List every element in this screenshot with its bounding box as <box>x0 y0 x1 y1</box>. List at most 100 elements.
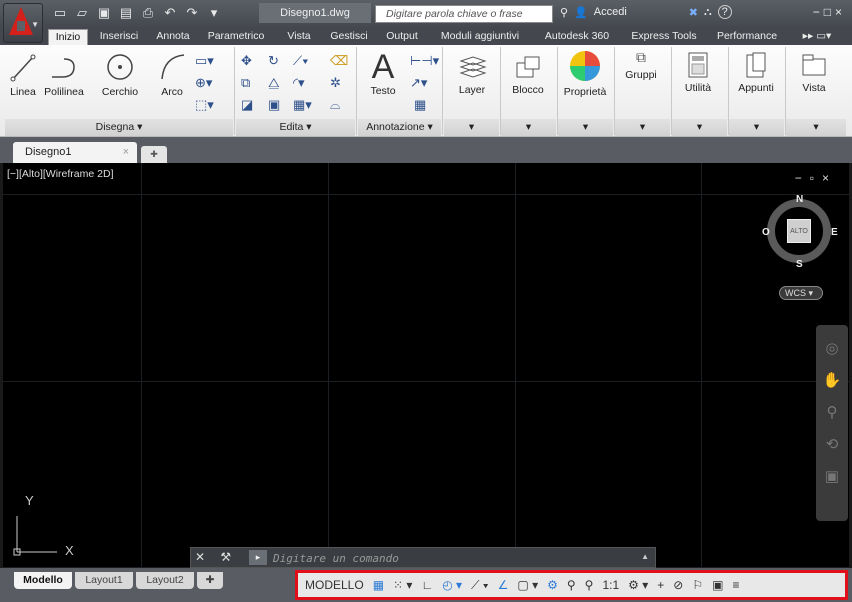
tab-performance[interactable]: Performance <box>710 29 784 45</box>
explode-icon[interactable]: ✲ <box>330 75 341 91</box>
help-icon[interactable]: ? <box>717 5 732 19</box>
command-line-buttons[interactable]: ✕ ⚒ <box>195 550 237 564</box>
new-file-icon[interactable]: ▭ <box>52 5 68 21</box>
groups-panel-expand[interactable]: ▾ <box>615 119 670 136</box>
binoculars-icon[interactable]: ⚲ <box>560 6 568 19</box>
object-snap-icon[interactable]: ▢ ▾ <box>517 578 538 592</box>
polar-tracking-icon[interactable]: ◴ ▾ <box>442 578 462 592</box>
tab-output[interactable]: Output <box>380 29 424 45</box>
drawing-canvas[interactable]: [−][Alto][Wireframe 2D] −▫× ALTO N S E O… <box>3 163 849 568</box>
open-folder-icon[interactable]: ▱ <box>74 5 90 21</box>
user-icon[interactable]: 👤 <box>574 6 588 19</box>
draw-panel-label[interactable]: Disegna ▾ <box>5 119 233 136</box>
isolate-objects-icon[interactable]: ⊘ <box>673 578 683 592</box>
text-tool[interactable]: A Testo <box>365 49 401 97</box>
layout-tab-model[interactable]: Modello <box>14 572 72 589</box>
properties-panel-expand[interactable]: ▾ <box>558 119 613 136</box>
exchange-apps-icon[interactable]: ✖ <box>689 6 698 19</box>
rectangle-icon[interactable]: ▭▾ <box>195 53 214 69</box>
properties-tool[interactable]: Proprietà <box>560 49 610 98</box>
compass-east[interactable]: E <box>831 227 838 238</box>
undo-icon[interactable]: ↶ <box>162 5 178 21</box>
command-input[interactable] <box>273 550 633 566</box>
compass-west[interactable]: O <box>762 227 770 238</box>
tab-moduli-aggiuntivi[interactable]: Moduli aggiuntivi <box>428 29 532 45</box>
trim-icon[interactable]: ⟋▾ <box>293 53 308 69</box>
save-icon[interactable]: ▣ <box>96 5 112 21</box>
command-history-icon[interactable]: ▲ <box>641 552 649 561</box>
modify-panel-label[interactable]: Edita ▾ <box>236 119 355 136</box>
scale-icon[interactable]: ▣ <box>268 97 280 113</box>
mirror-icon[interactable]: ⧋ <box>268 75 280 91</box>
stretch-icon[interactable]: ◪ <box>241 97 253 113</box>
clipboard-panel-expand[interactable]: ▾ <box>729 119 784 136</box>
file-tab-disegno1[interactable]: Disegno1 × <box>13 142 137 163</box>
object-snap-tracking-icon[interactable]: ∠ <box>498 578 509 592</box>
view-panel-expand[interactable]: ▾ <box>786 119 846 136</box>
rotate-icon[interactable]: ↻ <box>268 53 279 69</box>
linear-dimension-icon[interactable]: ⊢⊣▾ <box>410 53 439 69</box>
grid-icon[interactable]: ▦ <box>373 578 384 592</box>
print-icon[interactable]: ⎙ <box>140 5 156 21</box>
window-controls[interactable]: −□× <box>813 5 846 19</box>
utilities-tool[interactable]: Utilità <box>676 51 720 94</box>
orbit-icon[interactable]: ⟲ <box>816 435 848 453</box>
layout-tab-layout1[interactable]: Layout1 <box>75 572 133 589</box>
erase-icon[interactable]: ⌫ <box>330 53 348 69</box>
tab-express-tools[interactable]: Express Tools <box>624 29 704 45</box>
redo-icon[interactable]: ↷ <box>184 5 200 21</box>
customization-menu-icon[interactable]: ≡ <box>732 578 739 592</box>
new-layout-button[interactable]: ✚ <box>197 572 223 589</box>
tab-gestisci[interactable]: Gestisci <box>324 29 374 45</box>
close-tab-icon[interactable]: × <box>123 142 129 163</box>
steering-wheel-icon[interactable]: ◎ <box>816 339 848 357</box>
showmotion-icon[interactable]: ▣ <box>816 467 848 485</box>
pan-icon[interactable]: ✋ <box>816 371 848 389</box>
signin-link[interactable]: Accedi <box>594 6 627 18</box>
line-tool[interactable]: Linea <box>8 51 38 98</box>
zoom-icon[interactable]: ⚲ <box>816 403 848 421</box>
block-panel-expand[interactable]: ▾ <box>501 119 556 136</box>
auto-scale-icon[interactable]: ⚲ <box>567 578 576 592</box>
workspace-switch-icon[interactable]: ⚙ ▾ <box>628 578 648 592</box>
snap-icon[interactable]: ⁙ ▾ <box>393 578 412 592</box>
tab-inizio[interactable]: Inizio <box>48 29 88 45</box>
save-as-icon[interactable]: ▤ <box>118 5 134 21</box>
viewport-controls[interactable]: [−][Alto][Wireframe 2D] <box>7 168 114 180</box>
leader-icon[interactable]: ↗▾ <box>410 75 427 91</box>
annotation-scale[interactable]: 1:1 <box>602 578 619 592</box>
tab-parametrico[interactable]: Parametrico <box>202 29 270 45</box>
model-space-toggle[interactable]: MODELLO <box>305 578 364 592</box>
tab-autodesk-360[interactable]: Autodesk 360 <box>536 29 618 45</box>
compass-south[interactable]: S <box>796 259 803 270</box>
layer-panel-expand[interactable]: ▾ <box>444 119 499 136</box>
compass-north[interactable]: N <box>796 194 803 205</box>
tab-annota[interactable]: Annota <box>151 29 195 45</box>
viewport-window-controls[interactable]: −▫× <box>795 171 837 185</box>
application-menu-button[interactable]: ▼ <box>3 3 43 43</box>
annotation-visibility-icon[interactable]: ⚙ <box>547 578 558 592</box>
ribbon-options-icon[interactable]: ▸▸ ▭▾ <box>792 29 842 45</box>
wcs-menu[interactable]: WCS ▾ <box>779 286 823 300</box>
viewcube-face[interactable]: ALTO <box>787 219 811 243</box>
table-icon[interactable]: ▦ <box>414 97 426 113</box>
clipboard-tool[interactable]: Appunti <box>731 51 781 94</box>
move-icon[interactable]: ✥ <box>241 53 252 69</box>
tab-vista[interactable]: Vista <box>280 29 318 45</box>
command-prompt-icon[interactable]: ▸ <box>249 550 267 565</box>
block-tool[interactable]: Blocco <box>506 53 550 96</box>
hatch-icon[interactable]: ⊕▾ <box>195 75 212 91</box>
isodraft-icon[interactable]: ⟋ ▾ <box>471 578 489 593</box>
viewcube[interactable]: ALTO <box>767 199 831 263</box>
annotation-scale-icon[interactable]: ⚲ <box>585 578 594 592</box>
clean-screen-icon[interactable]: ▣ <box>712 578 723 592</box>
plus-icon[interactable]: + <box>657 578 664 592</box>
tab-inserisci[interactable]: Inserisci <box>95 29 143 45</box>
annotation-panel-label[interactable]: Annotazione ▾ <box>358 119 441 136</box>
arc-tool[interactable]: Arco <box>155 51 189 98</box>
boundary-icon[interactable]: ⬚▾ <box>195 97 214 113</box>
view-tool[interactable]: Vista <box>792 51 836 94</box>
array-icon[interactable]: ▦▾ <box>293 97 312 113</box>
offset-icon[interactable]: ⌓ <box>330 97 340 113</box>
hardware-acceleration-icon[interactable]: ⚐ <box>692 578 703 592</box>
